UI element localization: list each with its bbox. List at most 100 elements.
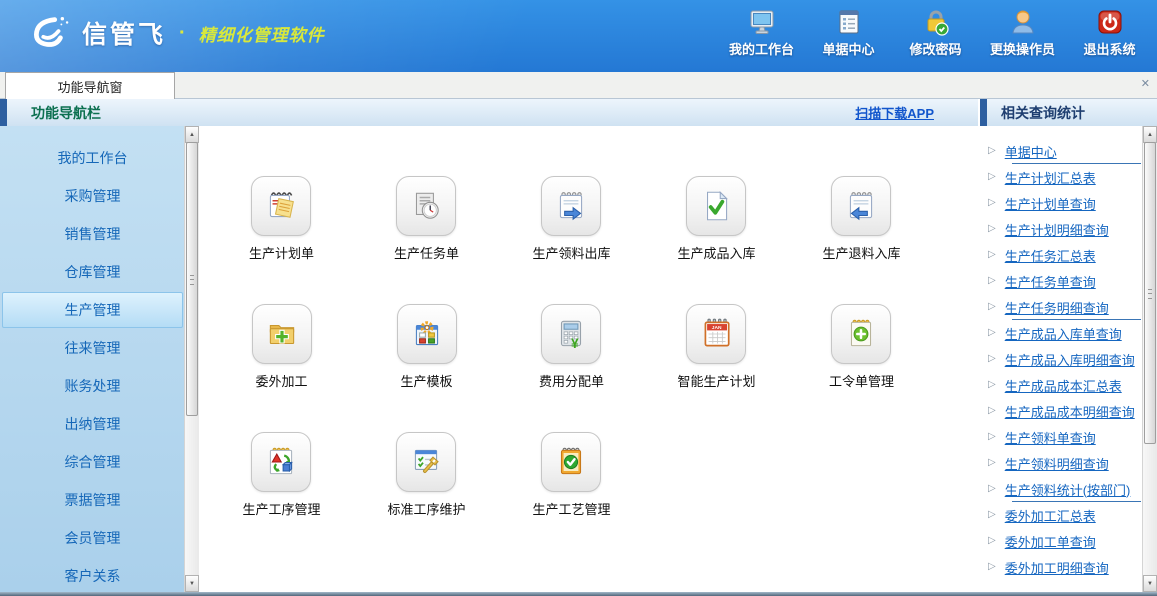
app-label: 生产模板 [400, 371, 452, 390]
query-item-task-summary[interactable]: ▷生产任务汇总表 [988, 242, 1143, 268]
app-cost-allocation[interactable]: ¥ 费用分配单 [539, 304, 604, 432]
scrollbar-thumb[interactable] [1144, 142, 1156, 444]
sidebar-item-customer[interactable]: 客户关系 [0, 557, 185, 592]
lock-check-icon [921, 7, 951, 37]
close-icon[interactable]: ✕ [1141, 77, 1150, 90]
triangle-right-icon: ▷ [988, 432, 996, 442]
query-item-task-order[interactable]: ▷生产任务单查询 [988, 268, 1143, 294]
query-item-fg-cost-detail[interactable]: ▷生产成品成本明细查询 [988, 398, 1143, 424]
query-link: 生产任务单查询 [1005, 272, 1096, 291]
left-section-header: 功能导航栏 扫描下载APP [0, 99, 978, 127]
app-production-process[interactable]: 生产工序管理 [242, 432, 320, 560]
app-production-plan[interactable]: 生产计划单 [249, 176, 314, 304]
tab-function-navigation[interactable]: 功能导航窗 [5, 72, 175, 99]
app-label: 生产成品入库 [677, 243, 755, 262]
top-banner: 信管飞 · 精细化管理软件 我的工作台 [0, 0, 1157, 72]
app-label: 生产退料入库 [822, 243, 900, 262]
app-smart-production-plan[interactable]: JAN 智能生产计划 [677, 304, 755, 432]
scroll-down-icon[interactable]: ▼ [185, 575, 199, 592]
triangle-right-icon: ▷ [988, 198, 996, 208]
app-button [541, 176, 601, 236]
triangle-right-icon: ▷ [988, 510, 996, 520]
app-button [397, 304, 457, 364]
change-password-button[interactable]: 修改密码 [892, 7, 979, 58]
workbench-button[interactable]: 我的工作台 [718, 7, 805, 58]
sidebar-item-accounting[interactable]: 账务处理 [0, 367, 185, 405]
app-production-task[interactable]: 生产任务单 [394, 176, 459, 304]
query-item-outsourcing-order[interactable]: ▷委外加工单查询 [988, 528, 1143, 554]
query-panel-scrollbar[interactable]: ▲ ▼ [1142, 126, 1157, 592]
outsourcing-folder-icon [264, 316, 300, 352]
query-link: 生产任务明细查询 [1005, 298, 1109, 317]
sidebar-item-warehouse[interactable]: 仓库管理 [0, 253, 185, 291]
navigation-list: 我的工作台 采购管理 销售管理 仓库管理 生产管理 往来管理 账务处理 出纳管理… [0, 126, 185, 592]
sidebar-item-contacts[interactable]: 往来管理 [0, 329, 185, 367]
left-section-title: 功能导航栏 [31, 103, 101, 123]
sidebar-item-member[interactable]: 会员管理 [0, 519, 185, 557]
app-button [831, 176, 891, 236]
material-outbound-icon [553, 188, 589, 224]
app-standard-process[interactable]: 标准工序维护 [387, 432, 465, 560]
query-item-material-detail[interactable]: ▷生产领料明细查询 [988, 450, 1143, 476]
sidebar-item-general[interactable]: 综合管理 [0, 443, 185, 481]
download-app-link[interactable]: 扫描下载APP [855, 99, 934, 125]
exit-system-button[interactable]: 退出系统 [1066, 7, 1153, 58]
header-accent-bar [0, 99, 7, 126]
query-item-fg-inbound-order[interactable]: ▷生产成品入库单查询 [988, 320, 1143, 346]
app-material-return-inbound[interactable]: 生产退料入库 [822, 176, 900, 304]
app-production-craft[interactable]: 生产工艺管理 [532, 432, 610, 560]
sidebar-item-production[interactable]: 生产管理 [2, 292, 183, 328]
app-outsourcing[interactable]: 委外加工 [252, 304, 312, 432]
scrollbar-grip [1148, 289, 1152, 299]
scroll-up-icon[interactable]: ▲ [185, 126, 199, 143]
brand-tagline: 精细化管理软件 [199, 21, 325, 46]
production-template-icon [409, 316, 445, 352]
app-label: 委外加工 [255, 371, 307, 390]
app-finished-goods-inbound[interactable]: 生产成品入库 [677, 176, 755, 304]
sidebar-item-sales[interactable]: 销售管理 [0, 215, 185, 253]
query-link: 生产任务汇总表 [1005, 246, 1096, 265]
cost-allocation-icon: ¥ [553, 316, 589, 352]
triangle-right-icon: ▷ [988, 536, 996, 546]
sidebar-item-purchase[interactable]: 采购管理 [0, 177, 185, 215]
query-item-fg-cost-summary[interactable]: ▷ 生产成品成本汇总表 [988, 372, 1143, 398]
app-work-order[interactable]: 工令单管理 [829, 304, 894, 432]
sidebar-item-invoice[interactable]: 票据管理 [0, 481, 185, 519]
app-label: 生产领料出库 [532, 243, 610, 262]
window-bottom-edge [0, 592, 1157, 596]
query-link: 单据中心 [1005, 142, 1057, 161]
query-link: 生产领料统计(按部门) [1005, 480, 1131, 499]
sidebar-item-my-workbench[interactable]: 我的工作台 [0, 139, 185, 177]
app-label: 标准工序维护 [387, 499, 465, 518]
query-item-plan-detail[interactable]: ▷生产计划明细查询 [988, 216, 1143, 242]
query-item-material-order[interactable]: ▷生产领料单查询 [988, 424, 1143, 450]
query-link: 生产计划汇总表 [1005, 168, 1096, 187]
sidebar-scrollbar[interactable]: ▲ ▼ [184, 126, 199, 592]
work-order-icon [843, 316, 879, 352]
query-item-plan-order[interactable]: ▷生产计划单查询 [988, 190, 1143, 216]
triangle-right-icon: ▷ [988, 302, 996, 312]
scroll-down-icon[interactable]: ▼ [1143, 575, 1157, 592]
query-item-material-stats-by-dept[interactable]: ▷生产领料统计(按部门) [988, 476, 1143, 502]
app-material-outbound[interactable]: 生产领料出库 [532, 176, 610, 304]
app-production-template[interactable]: 生产模板 [397, 304, 457, 432]
query-item-document-center[interactable]: ▷单据中心 [988, 138, 1143, 164]
document-center-button[interactable]: 单据中心 [805, 7, 892, 58]
query-item-plan-summary[interactable]: ▷生产计划汇总表 [988, 164, 1143, 190]
query-item-task-detail[interactable]: ▷ 生产任务明细查询 [988, 294, 1143, 320]
smart-production-plan-icon: JAN [698, 316, 734, 352]
switch-operator-button[interactable]: 更换操作员 [979, 7, 1066, 58]
query-item-outsourcing-detail[interactable]: ▷委外加工明细查询 [988, 554, 1143, 580]
query-item-outsourcing-summary[interactable]: ▷委外加工汇总表 [988, 502, 1143, 528]
query-link: 生产成品入库明细查询 [1005, 350, 1135, 369]
scrollbar-thumb[interactable] [186, 142, 198, 416]
query-link: 生产成品成本汇总表 [1005, 376, 1122, 395]
triangle-right-icon: ▷ [988, 380, 996, 390]
app-label: 生产任务单 [394, 243, 459, 262]
query-item-fg-inbound-detail[interactable]: ▷生产成品入库明细查询 [988, 346, 1143, 372]
tab-strip: 功能导航窗 ✕ [0, 72, 1157, 99]
app-button [252, 304, 312, 364]
sidebar-item-cashier[interactable]: 出纳管理 [0, 405, 185, 443]
scroll-up-icon[interactable]: ▲ [1143, 126, 1157, 143]
app-label: 工令单管理 [829, 371, 894, 390]
